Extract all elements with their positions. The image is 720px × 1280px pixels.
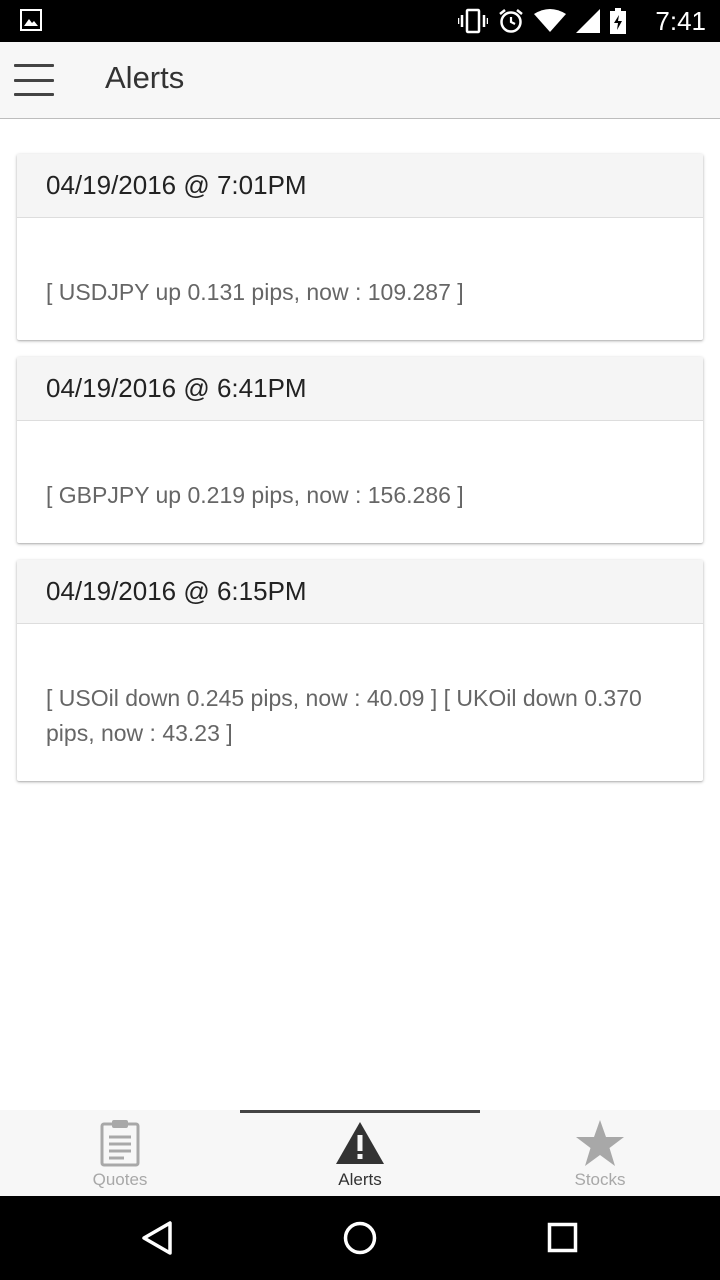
- clipboard-icon: [100, 1118, 140, 1168]
- home-icon[interactable]: [340, 1218, 380, 1258]
- tab-quotes[interactable]: Quotes: [0, 1110, 240, 1196]
- alert-message: [ USOil down 0.245 pips, now : 40.09 ] […: [46, 685, 642, 746]
- wifi-icon: [534, 9, 566, 38]
- alert-timestamp: 04/19/2016 @ 6:15PM: [17, 560, 703, 624]
- tab-label: Stocks: [574, 1170, 626, 1189]
- recents-icon[interactable]: [543, 1218, 583, 1258]
- status-bar: 7:41: [0, 0, 720, 42]
- alert-card[interactable]: 04/19/2016 @ 6:41PM [ GBPJPY up 0.219 pi…: [17, 357, 703, 543]
- alarm-icon: [498, 8, 524, 39]
- app-bar: Alerts: [0, 42, 720, 119]
- image-notification-icon: [20, 9, 42, 36]
- alert-timestamp: 04/19/2016 @ 6:41PM: [17, 357, 703, 421]
- cell-signal-icon: [576, 9, 600, 38]
- hamburger-menu-icon[interactable]: [14, 64, 54, 96]
- alert-timestamp: 04/19/2016 @ 7:01PM: [17, 154, 703, 218]
- battery-icon: [610, 8, 626, 39]
- alert-message: [ USDJPY up 0.131 pips, now : 109.287 ]: [46, 279, 464, 305]
- tab-stocks[interactable]: Stocks: [480, 1110, 720, 1196]
- system-nav-bar: [0, 1196, 720, 1280]
- status-time: 7:41: [655, 6, 706, 36]
- bottom-tab-bar: Quotes Alerts Stocks: [0, 1110, 720, 1196]
- alert-card[interactable]: 04/19/2016 @ 7:01PM [ USDJPY up 0.131 pi…: [17, 154, 703, 340]
- page-title: Alerts: [105, 60, 185, 95]
- back-icon[interactable]: [138, 1218, 178, 1258]
- warning-icon: [335, 1118, 385, 1168]
- tab-label: Alerts: [338, 1170, 382, 1189]
- alert-list: 04/19/2016 @ 7:01PM [ USDJPY up 0.131 pi…: [17, 154, 703, 798]
- alert-message: [ GBPJPY up 0.219 pips, now : 156.286 ]: [46, 482, 464, 508]
- tab-label: Quotes: [92, 1170, 148, 1189]
- tab-alerts[interactable]: Alerts: [240, 1110, 480, 1196]
- alert-card[interactable]: 04/19/2016 @ 6:15PM [ USOil down 0.245 p…: [17, 560, 703, 781]
- star-icon: [575, 1118, 625, 1168]
- vibrate-icon: [457, 8, 489, 39]
